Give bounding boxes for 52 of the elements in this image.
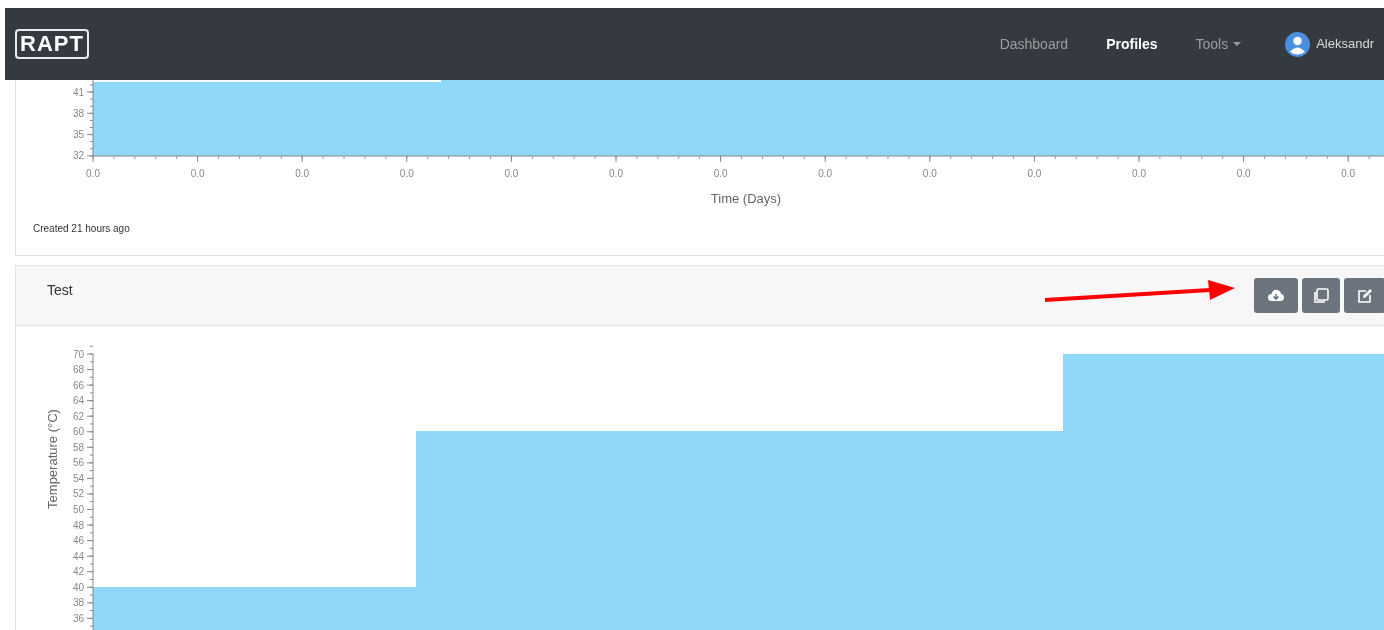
copy-icon	[1313, 288, 1329, 303]
y-tick-label: 50	[72, 504, 84, 515]
y-tick-label: 36	[72, 612, 84, 624]
x-tick-label: 0.0	[818, 168, 833, 179]
x-tick-label: 0.0	[1027, 168, 1042, 179]
y-tick-label: 42	[72, 566, 84, 578]
y-tick-label: 66	[72, 379, 84, 391]
x-tick-label: 0.0	[295, 168, 310, 179]
y-tick-label: 35	[72, 129, 84, 141]
x-tick-label: 0.0	[86, 168, 100, 179]
y-tick-label: 64	[72, 395, 84, 407]
edit-icon	[1356, 288, 1373, 303]
y-tick-label: 38	[72, 597, 84, 609]
copy-button[interactable]	[1302, 278, 1340, 313]
logo[interactable]: RAPT	[15, 29, 89, 59]
x-axis-title: Time (Days)	[710, 191, 782, 206]
y-tick-label: 56	[72, 457, 84, 469]
y-tick-label: 44	[72, 550, 84, 562]
x-tick-label: 0.0	[713, 168, 728, 179]
y-tick-label: 40	[72, 581, 84, 593]
profile-title: Test	[47, 281, 73, 300]
caret-icon	[1233, 41, 1242, 47]
x-tick-label: 0.0	[190, 168, 205, 179]
y-tick-label: 52	[72, 488, 84, 500]
edit-button[interactable]	[1344, 278, 1384, 313]
x-tick-label: 0.0	[922, 168, 937, 179]
x-tick-label: 0.0	[1236, 168, 1251, 179]
cloud-download-icon	[1268, 288, 1284, 303]
x-tick-label: 0.0	[399, 168, 414, 179]
y-tick-label: 54	[72, 472, 84, 484]
created-time: Created 21 hours ago	[32, 222, 131, 236]
y-tick-label: 46	[72, 535, 84, 547]
y-tick-label: 58	[72, 441, 84, 453]
y-tick-label: 60	[72, 426, 84, 438]
y-tick-label: 38	[72, 107, 84, 119]
user-name[interactable]: Aleksandr	[1316, 34, 1374, 54]
x-tick-label: 0.0	[1341, 168, 1356, 179]
y-tick-label: 62	[72, 410, 84, 422]
x-tick-label: 0.0	[1132, 168, 1146, 179]
avatar-icon[interactable]	[1285, 31, 1311, 57]
y-tick-label: 68	[72, 364, 84, 376]
x-tick-label: 0.0	[609, 168, 623, 179]
nav-link[interactable]: Profiles	[1106, 33, 1158, 55]
x-tick-label: 0.0	[504, 168, 519, 179]
y-axis-title: Temperature (°C)	[45, 409, 60, 509]
dropdown-toggle[interactable]: Tools	[1195, 33, 1229, 55]
y-tick-label: 32	[72, 150, 84, 162]
y-tick-label: 48	[72, 519, 84, 531]
y-tick-label: 41	[72, 86, 84, 98]
y-tick-label: 70	[72, 348, 84, 360]
download-button[interactable]	[1254, 278, 1298, 313]
nav-link[interactable]: Dashboard	[999, 33, 1069, 55]
